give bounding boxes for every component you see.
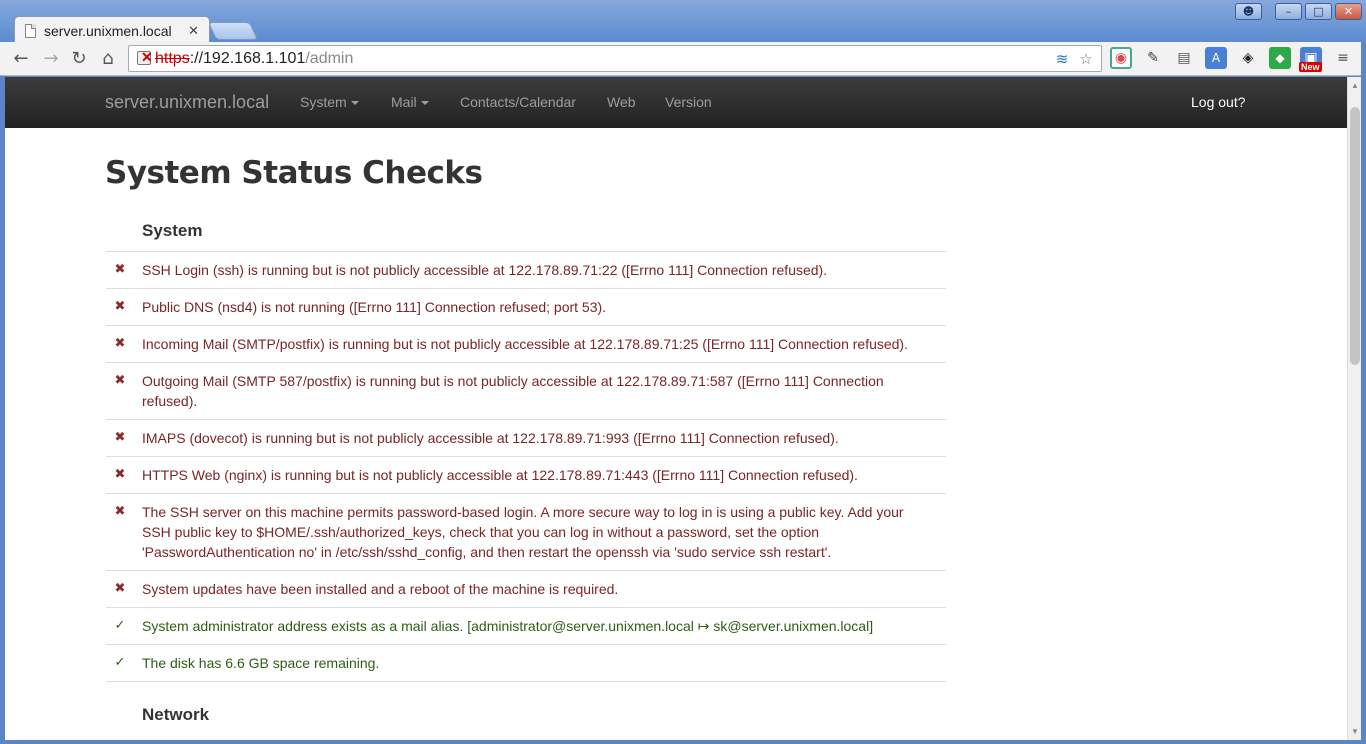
reload-icon[interactable]: ↻ [68, 48, 90, 70]
status-check-text: Outgoing Mail (SMTP 587/postfix) is runn… [142, 373, 884, 409]
nav-web[interactable]: Web [607, 94, 636, 110]
close-tab-icon[interactable]: ✕ [188, 23, 199, 39]
nav-version[interactable]: Version [665, 94, 712, 110]
navbar-brand[interactable]: server.unixmen.local [105, 92, 269, 113]
window-titlebar: server.unixmen.local ✕ ☻ – □ ✕ [0, 0, 1366, 44]
nav-contacts-calendar[interactable]: Contacts/Calendar [460, 94, 576, 110]
status-check-row: ✖ The SSH server on this machine permits… [106, 494, 946, 571]
status-check-row: ✖ SSH Login (ssh) is running but is not … [106, 252, 946, 289]
page-viewport: server.unixmen.local System Mail Contact… [5, 77, 1347, 740]
status-check-row: ✖ IMAPS (dovecot) is running but is not … [106, 420, 946, 457]
back-icon[interactable]: ← [10, 48, 32, 70]
status-check-text: SSH Login (ssh) is running but is not pu… [142, 262, 828, 278]
status-check-text: The disk has 6.6 GB space remaining. [142, 655, 380, 671]
status-check-text: HTTPS Web (nginx) is running but is not … [142, 467, 858, 483]
vertical-scrollbar[interactable]: ▲ ▼ [1347, 77, 1361, 740]
wrench-extension-icon[interactable]: ✎ [1142, 47, 1164, 69]
keyboard-extension-icon[interactable]: ▤ [1173, 47, 1195, 69]
status-check-row: ✖ Public DNS (nsd4) is not running ([Err… [106, 289, 946, 326]
bookmark-star-icon[interactable]: ☆ [1077, 50, 1095, 68]
fail-icon: ✖ [114, 504, 126, 519]
minimize-button[interactable]: – [1275, 3, 1302, 20]
nav-system-label: System [300, 94, 347, 110]
status-check-row: ✖ System updates have been installed and… [106, 571, 946, 608]
tab-title: server.unixmen.local [44, 22, 172, 39]
new-badge: New [1299, 62, 1322, 72]
user-icon[interactable]: ☻ [1235, 3, 1262, 20]
reader-icon[interactable]: ≋ [1053, 50, 1071, 68]
browser-tab[interactable]: server.unixmen.local ✕ [14, 16, 210, 44]
page-title: System Status Checks [105, 155, 483, 191]
fail-icon: ✖ [114, 262, 126, 277]
status-check-row: ✖ Incoming Mail (SMTP/postfix) is runnin… [106, 326, 946, 363]
status-check-text: IMAPS (dovecot) is running but is not pu… [142, 430, 839, 446]
scrollbar-thumb[interactable] [1350, 107, 1360, 365]
check-icon: ✓ [114, 618, 126, 633]
layers-extension-icon[interactable]: ◈ [1237, 47, 1259, 69]
url-scheme: https [155, 50, 190, 67]
url-host: ://192.168.1.101 [189, 50, 306, 67]
security-warning-icon: ✕ [141, 49, 153, 65]
nav-mail-dropdown[interactable]: Mail [391, 94, 429, 110]
translate-icon[interactable]: A [1205, 47, 1227, 69]
fail-icon: ✖ [114, 336, 126, 351]
check-icon: ✓ [114, 655, 126, 670]
scroll-up-icon[interactable]: ▲ [1351, 81, 1359, 90]
window-controls: ☻ – □ ✕ [1235, 3, 1362, 20]
page-icon [25, 23, 36, 38]
chevron-down-icon [350, 101, 359, 106]
status-check-row: ✖ Outgoing Mail (SMTP 587/postfix) is ru… [106, 363, 946, 420]
window-border [0, 740, 1366, 744]
section-heading-system: System [106, 215, 946, 252]
address-bar[interactable]: ✕ https://192.168.1.101/admin ≋ ☆ [128, 45, 1102, 72]
nav-mail-label: Mail [391, 94, 417, 110]
scroll-down-icon[interactable]: ▼ [1351, 727, 1359, 736]
close-window-button[interactable]: ✕ [1335, 3, 1362, 20]
chrome-extension-icon[interactable]: ◉ [1110, 47, 1132, 69]
menu-icon[interactable]: ≡ [1332, 47, 1354, 69]
status-check-text: System updates have been installed and a… [142, 581, 619, 597]
status-check-row: ✖ HTTPS Web (nginx) is running but is no… [106, 457, 946, 494]
omnibox-icons: ≋ ☆ [1053, 50, 1095, 68]
logout-link[interactable]: Log out? [1191, 94, 1246, 110]
fail-icon: ✖ [114, 430, 126, 445]
nav-system-dropdown[interactable]: System [300, 94, 359, 110]
fail-icon: ✖ [114, 467, 126, 482]
status-check-text: Incoming Mail (SMTP/postfix) is running … [142, 336, 908, 352]
feedly-extension-icon[interactable]: ◆ [1269, 47, 1291, 69]
url-path: /admin [305, 50, 354, 67]
top-navbar: server.unixmen.local System Mail Contact… [5, 77, 1347, 128]
home-icon[interactable]: ⌂ [97, 48, 119, 70]
section-heading-network: Network [142, 705, 210, 724]
chevron-down-icon [420, 101, 429, 106]
fail-icon: ✖ [114, 581, 126, 596]
forward-icon[interactable]: → [40, 48, 62, 70]
url-text: https://192.168.1.101/admin [155, 50, 353, 68]
status-check-text: The SSH server on this machine permits p… [142, 504, 904, 560]
status-check-text: Public DNS (nsd4) is not running ([Errno… [142, 299, 607, 315]
status-check-row: ✓ System administrator address exists as… [106, 608, 946, 645]
status-check-row: ✓ The disk has 6.6 GB space remaining. [106, 645, 946, 682]
maximize-button[interactable]: □ [1305, 3, 1332, 20]
status-check-text: System administrator address exists as a… [142, 618, 874, 634]
new-tab-button[interactable] [207, 22, 259, 40]
fail-icon: ✖ [114, 373, 126, 388]
window-border [1361, 42, 1366, 744]
status-checks-table: System ✖ SSH Login (ssh) is running but … [106, 215, 946, 736]
fail-icon: ✖ [114, 299, 126, 314]
